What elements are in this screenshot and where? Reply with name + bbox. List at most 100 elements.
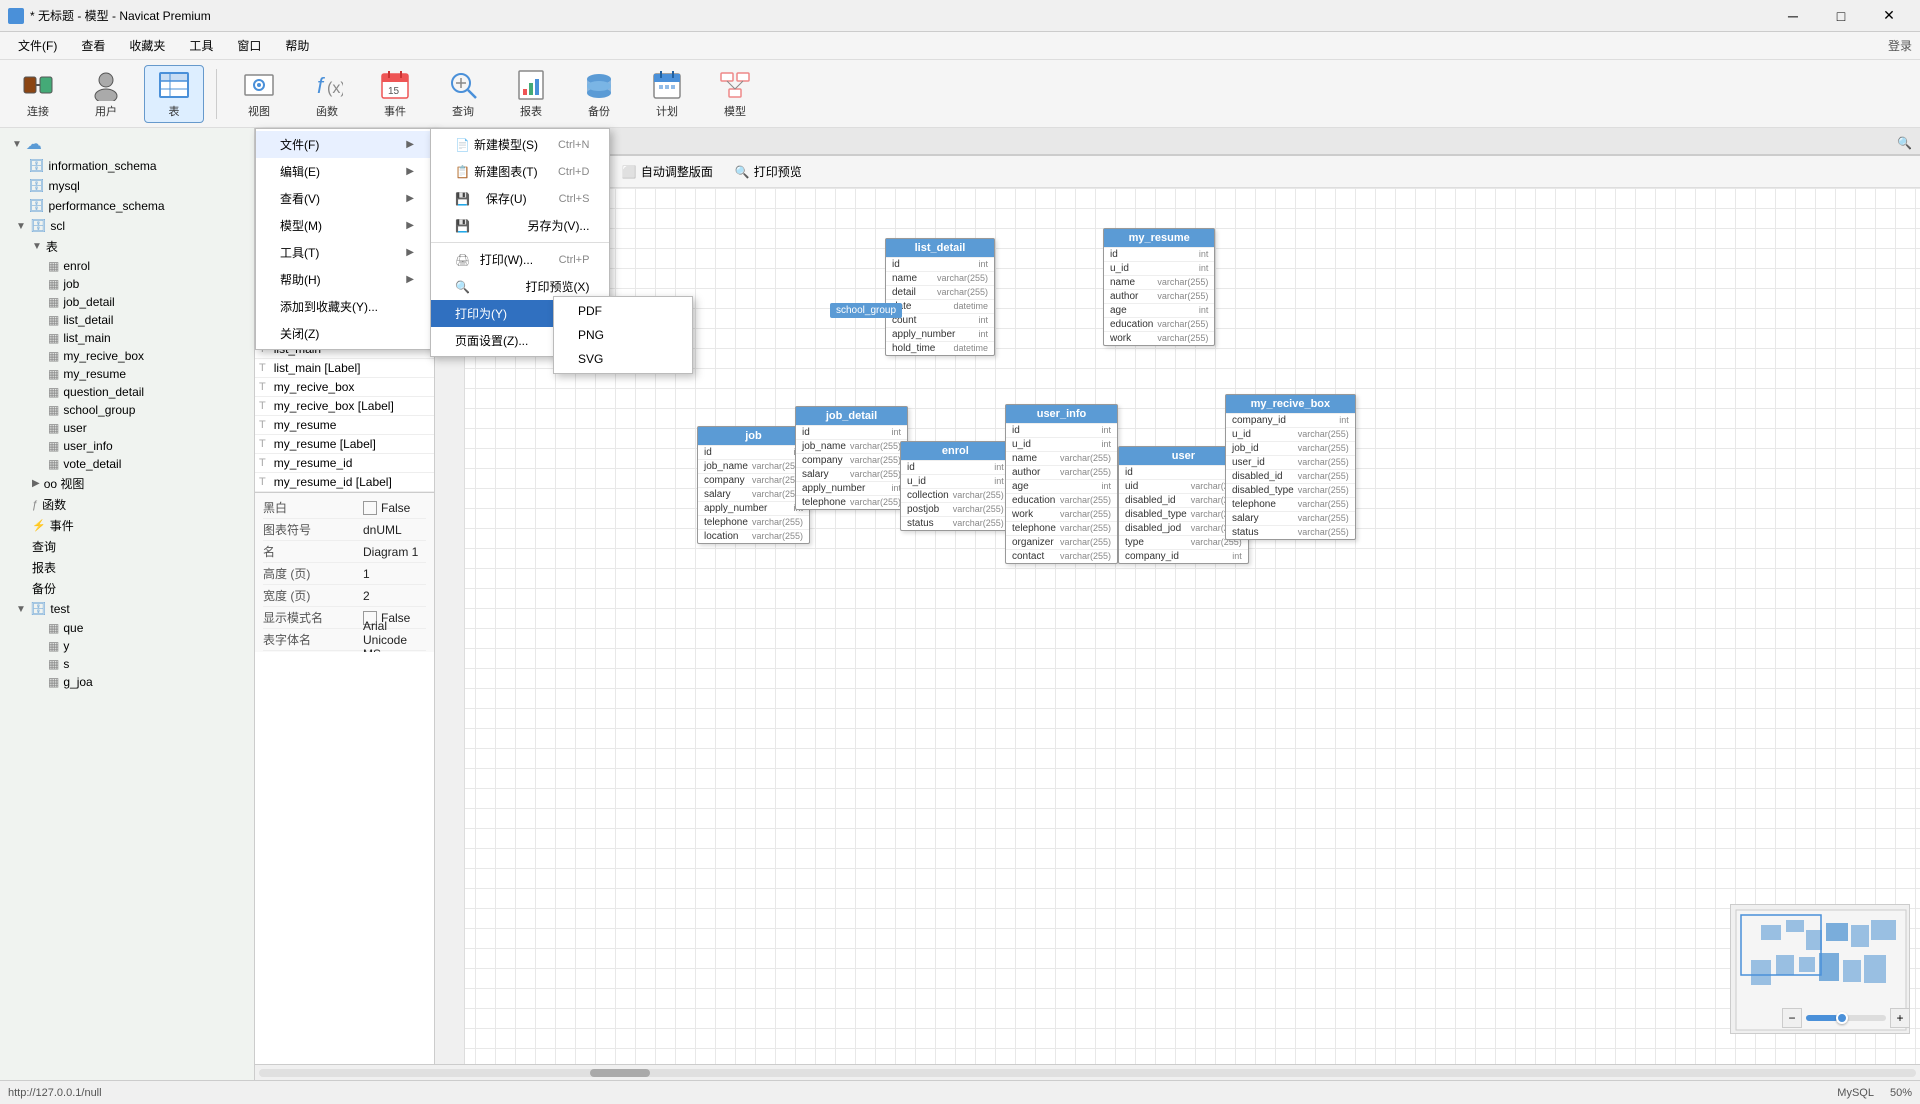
table-job[interactable]: job idint job_namevarchar(255) companyva… bbox=[697, 426, 810, 544]
sidebar-table-my-resume[interactable]: ▦ my_resume bbox=[0, 365, 254, 383]
table-user-info-header: user_info bbox=[1006, 405, 1117, 423]
sidebar-db-scl[interactable]: ▼ 🗄 scl bbox=[0, 216, 254, 236]
sidebar-tables-group[interactable]: ▼ 表 bbox=[0, 236, 254, 257]
zoom-out-button[interactable]: − bbox=[1782, 1008, 1802, 1028]
sidebar-db-test[interactable]: ▼ 🗄 test bbox=[0, 599, 254, 619]
tool-table[interactable]: 表 bbox=[144, 65, 204, 123]
sidebar-views-group[interactable]: ▶ oo 视图 bbox=[0, 473, 254, 494]
sidebar-functions-group[interactable]: ƒ 函数 bbox=[0, 494, 254, 515]
function-icon: f (x) bbox=[311, 69, 343, 101]
sidebar-table-job[interactable]: ▦ job bbox=[0, 275, 254, 293]
sidebar-db-mysql[interactable]: 🗄 mysql bbox=[0, 176, 254, 196]
tool-connect[interactable]: 连接 bbox=[8, 65, 68, 123]
sidebar-reports-group[interactable]: 报表 bbox=[0, 557, 254, 578]
table-my-resume-row: u_idint bbox=[1104, 261, 1214, 275]
scrollbar-track[interactable] bbox=[259, 1069, 1916, 1077]
file-save-as[interactable]: 💾 另存为(V)... bbox=[431, 212, 609, 239]
sidebar-connection-root[interactable]: ▼ ☁ bbox=[0, 132, 254, 156]
search-icon-btn[interactable]: 🔍 bbox=[1889, 132, 1920, 155]
dropdown-item-view[interactable]: 查看(V) ▶ bbox=[256, 185, 434, 212]
list-item-my-resume-id-label[interactable]: T my_resume_id [Label] bbox=[255, 473, 434, 492]
sidebar-test-que[interactable]: ▦ que bbox=[0, 619, 254, 637]
sidebar-test-s[interactable]: ▦ s bbox=[0, 655, 254, 673]
menu-file[interactable]: 文件(F) bbox=[8, 33, 67, 58]
print-as-pdf[interactable]: PDF bbox=[554, 299, 692, 323]
sidebar-table-user-info[interactable]: ▦ user_info bbox=[0, 437, 254, 455]
zoom-slider[interactable] bbox=[1806, 1015, 1886, 1021]
auto-adjust-button[interactable]: ⬜ 自动调整版面 bbox=[613, 159, 722, 184]
table-job-detail[interactable]: job_detail idint job_namevarchar(255) co… bbox=[795, 406, 908, 510]
dropdown-item-file[interactable]: 文件(F) ▶ bbox=[256, 131, 434, 158]
sidebar-test-y[interactable]: ▦ y bbox=[0, 637, 254, 655]
horizontal-scrollbar[interactable] bbox=[255, 1064, 1920, 1080]
menu-tools[interactable]: 工具 bbox=[179, 33, 223, 58]
file-save-shortcut: Ctrl+S bbox=[559, 193, 590, 205]
table-job-detail-header: job_detail bbox=[796, 407, 907, 425]
tool-view[interactable]: 视图 bbox=[229, 65, 289, 123]
dropdown-item-help[interactable]: 帮助(H) ▶ bbox=[256, 266, 434, 293]
table-my-recive-box[interactable]: my_recive_box company_idint u_idvarchar(… bbox=[1225, 394, 1356, 540]
dropdown-item-close[interactable]: 关闭(Z) bbox=[256, 320, 434, 347]
file-new-table[interactable]: 📋 新建图表(T) Ctrl+D bbox=[431, 158, 609, 185]
sidebar-db-information-schema[interactable]: 🗄 information_schema bbox=[0, 156, 254, 176]
text-icon: T bbox=[259, 362, 266, 374]
sidebar-db-performance-schema[interactable]: 🗄 performance_schema bbox=[0, 196, 254, 216]
list-item-my-resume-label[interactable]: T my_resume [Label] bbox=[255, 435, 434, 454]
sidebar-queries-group[interactable]: 查询 bbox=[0, 536, 254, 557]
list-item-list-main-label[interactable]: T list_main [Label] bbox=[255, 359, 434, 378]
list-item-my-resume[interactable]: T my_resume bbox=[255, 416, 434, 435]
scrollbar-thumb[interactable] bbox=[590, 1069, 650, 1077]
sidebar-table-list-main[interactable]: ▦ list_main bbox=[0, 329, 254, 347]
table-user-info[interactable]: user_info idint u_idint namevarchar(255)… bbox=[1005, 404, 1118, 564]
views-label: oo 视图 bbox=[44, 475, 85, 492]
tool-model[interactable]: 模型 bbox=[705, 65, 765, 123]
close-button[interactable]: ✕ bbox=[1866, 0, 1912, 32]
zoom-in-button[interactable]: + bbox=[1890, 1008, 1910, 1028]
tool-query[interactable]: 查询 bbox=[433, 65, 493, 123]
menu-favorites[interactable]: 收藏夹 bbox=[119, 33, 175, 58]
table-my-resume[interactable]: my_resume idint u_idint namevarchar(255)… bbox=[1103, 228, 1215, 346]
list-item-my-recive-box[interactable]: T my_recive_box bbox=[255, 378, 434, 397]
sidebar-table-question-detail[interactable]: ▦ question_detail bbox=[0, 383, 254, 401]
sidebar-table-vote-detail[interactable]: ▦ vote_detail bbox=[0, 455, 254, 473]
menu-window[interactable]: 窗口 bbox=[227, 33, 271, 58]
sidebar-table-enrol[interactable]: ▦ enrol bbox=[0, 257, 254, 275]
file-print[interactable]: 🖨 打印(W)... Ctrl+P bbox=[431, 246, 609, 273]
checkbox-bw[interactable] bbox=[363, 501, 377, 515]
list-item-my-recive-box-label[interactable]: T my_recive_box [Label] bbox=[255, 397, 434, 416]
sidebar-table-school-group[interactable]: ▦ school_group bbox=[0, 401, 254, 419]
tool-backup[interactable]: 备份 bbox=[569, 65, 629, 123]
menu-help[interactable]: 帮助 bbox=[275, 33, 319, 58]
print-preview-button[interactable]: 🔍 打印预览 bbox=[726, 159, 811, 184]
file-new-model[interactable]: 📄 新建模型(S) Ctrl+N bbox=[431, 131, 609, 158]
print-as-svg[interactable]: SVG bbox=[554, 347, 692, 371]
tool-report[interactable]: 报表 bbox=[501, 65, 561, 123]
tool-schedule[interactable]: 计划 bbox=[637, 65, 697, 123]
minimize-button[interactable]: ─ bbox=[1770, 0, 1816, 32]
backup-icon bbox=[583, 69, 615, 101]
sidebar-events-group[interactable]: ⚡ 事件 bbox=[0, 515, 254, 536]
sidebar-table-my-recive-box[interactable]: ▦ my_recive_box bbox=[0, 347, 254, 365]
dropdown-item-tools[interactable]: 工具(T) ▶ bbox=[256, 239, 434, 266]
sidebar-backups-group[interactable]: 备份 bbox=[0, 578, 254, 599]
dropdown-item-edit[interactable]: 编辑(E) ▶ bbox=[256, 158, 434, 185]
table-enrol[interactable]: enrol idint u_idint collectionvarchar(25… bbox=[900, 441, 1011, 531]
tool-function[interactable]: f (x) 函数 bbox=[297, 65, 357, 123]
menu-view[interactable]: 查看 bbox=[71, 33, 115, 58]
table-list-detail[interactable]: list_detail idint namevarchar(255) detai… bbox=[885, 238, 995, 356]
sidebar-table-list-detail[interactable]: ▦ list_detail bbox=[0, 311, 254, 329]
file-save[interactable]: 💾 保存(U) Ctrl+S bbox=[431, 185, 609, 212]
print-as-png[interactable]: PNG bbox=[554, 323, 692, 347]
sidebar-test-gjoa[interactable]: ▦ g_joa bbox=[0, 673, 254, 691]
zoom-slider-thumb[interactable] bbox=[1836, 1012, 1848, 1024]
tool-user[interactable]: 用户 bbox=[76, 65, 136, 123]
maximize-button[interactable]: □ bbox=[1818, 0, 1864, 32]
sidebar-table-user[interactable]: ▦ user bbox=[0, 419, 254, 437]
db-icon: 🗄 bbox=[28, 178, 45, 194]
sidebar-table-job-detail[interactable]: ▦ job_detail bbox=[0, 293, 254, 311]
tool-event[interactable]: 15 事件 bbox=[365, 65, 425, 123]
dropdown-item-model[interactable]: 模型(M) ▶ bbox=[256, 212, 434, 239]
list-item-my-resume-id[interactable]: T my_resume_id bbox=[255, 454, 434, 473]
login-link[interactable]: 登录 bbox=[1888, 37, 1912, 54]
dropdown-item-add-favorites[interactable]: 添加到收藏夹(Y)... bbox=[256, 293, 434, 320]
